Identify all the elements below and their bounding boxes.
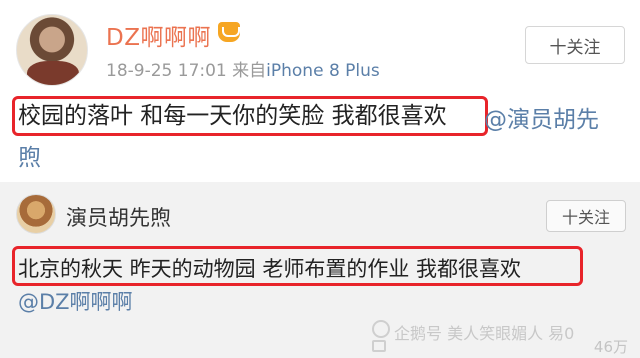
source-prefix: 来自: [232, 61, 267, 81]
repost-username[interactable]: 演员胡先煦: [66, 202, 171, 232]
share-icon[interactable]: [372, 340, 386, 352]
avatar[interactable]: [16, 14, 88, 86]
repost-avatar[interactable]: [16, 194, 56, 234]
repost-follow-button[interactable]: 十关注: [546, 200, 626, 232]
watermark-text: 企鹅号 美人笑眼媚人 易0: [394, 324, 575, 343]
weibo-post: DZ啊啊啊 18-9-25 17:01 来自iPhone 8 Plus 十关注 …: [0, 0, 640, 176]
stats-count: 46万: [593, 338, 628, 356]
vip-badge-icon: [218, 22, 240, 42]
mention-link[interactable]: @演员胡先: [484, 100, 599, 134]
post-timestamp: 18-9-25 17:01: [106, 61, 227, 81]
mention-link-continued[interactable]: 煦: [18, 138, 41, 172]
post-meta: 18-9-25 17:01 来自iPhone 8 Plus: [106, 56, 380, 81]
post-username[interactable]: DZ啊啊啊: [106, 18, 211, 52]
watermark-icon: [372, 320, 390, 338]
follow-button[interactable]: 十关注: [525, 26, 625, 64]
post-source: iPhone 8 Plus: [266, 61, 380, 81]
repost-content: 北京的秋天 昨天的动物园 老师布置的作业 我都很喜欢: [18, 257, 522, 281]
repost-card[interactable]: 演员胡先煦 十关注 北京的秋天 昨天的动物园 老师布置的作业 我都很喜欢 @DZ…: [0, 182, 640, 358]
repost-mention-link[interactable]: @DZ啊啊啊: [18, 286, 133, 316]
